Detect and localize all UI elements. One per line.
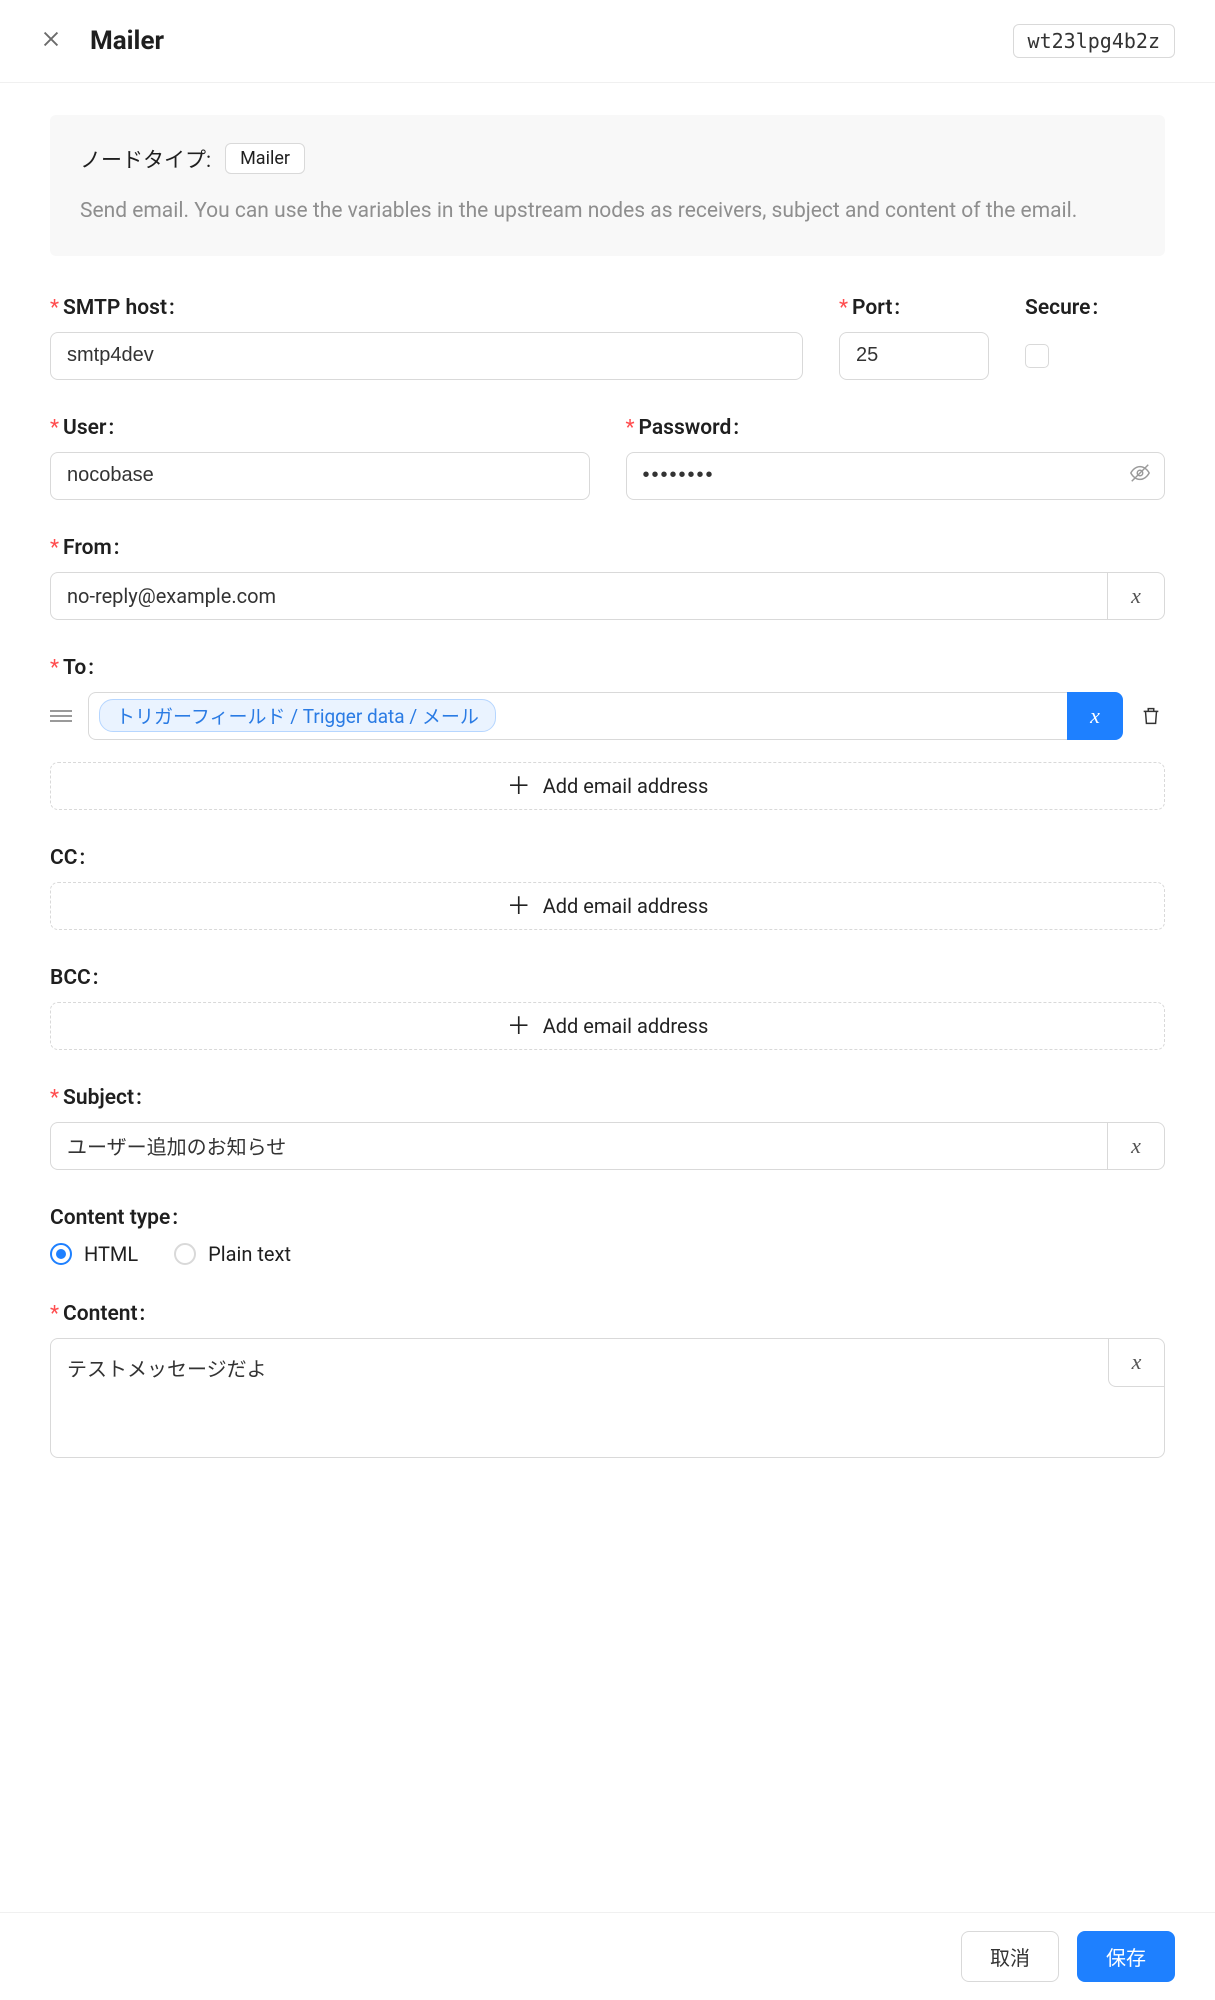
radio-plaintext-label: Plain text [208,1242,291,1266]
drawer-panel: Mailer wt23lpg4b2z ノードタイプ: Mailer Send e… [0,0,1215,2000]
smtp-host-input[interactable] [50,332,803,380]
content-value: テストメッセージだよ [67,1357,267,1381]
radio-icon [174,1243,196,1265]
radio-icon [50,1243,72,1265]
to-add-label: Add email address [543,774,709,798]
plus-icon: ＋ [507,894,531,918]
radio-html-label: HTML [84,1242,138,1266]
bcc-add-button[interactable]: ＋ Add email address [50,1002,1165,1050]
cancel-button[interactable]: 取消 [961,1931,1059,1982]
bcc-add-label: Add email address [543,1014,709,1038]
to-label: *To [50,656,1165,680]
secure-checkbox[interactable] [1025,344,1049,368]
subject-variable-button[interactable]: x [1107,1122,1165,1170]
drawer-header: Mailer wt23lpg4b2z [0,0,1215,83]
node-id-badge[interactable]: wt23lpg4b2z [1013,24,1175,58]
cc-add-label: Add email address [543,894,709,918]
content-textarea[interactable]: テストメッセージだよ x [50,1338,1165,1458]
cc-label: CC [50,846,1165,870]
drag-handle-icon[interactable] [50,710,74,722]
plus-icon: ＋ [507,774,531,798]
drawer-title: Mailer [90,26,985,56]
to-input[interactable]: トリガーフィールド / Trigger data / メール [88,692,1067,740]
from-input[interactable]: no-reply@example.com [50,572,1107,620]
cc-add-button[interactable]: ＋ Add email address [50,882,1165,930]
radio-plaintext[interactable]: Plain text [174,1242,291,1266]
secure-label: Secure [1025,296,1165,320]
drawer-footer: 取消 保存 [0,1912,1215,2000]
smtp-host-label: *SMTP host [50,296,803,320]
content-type-label: Content type [50,1206,1165,1230]
info-box: ノードタイプ: Mailer Send email. You can use t… [50,115,1165,256]
to-variable-chip[interactable]: トリガーフィールド / Trigger data / メール [99,699,496,732]
eye-off-icon[interactable] [1129,462,1151,490]
port-label: *Port [839,296,989,320]
to-variable-button[interactable]: x [1067,692,1123,740]
subject-label: *Subject [50,1086,1165,1110]
user-label: *User [50,416,590,440]
content-variable-button[interactable]: x [1108,1339,1164,1387]
save-button[interactable]: 保存 [1077,1931,1175,1982]
from-label: *From [50,536,1165,560]
password-input[interactable] [626,452,1166,500]
to-add-button[interactable]: ＋ Add email address [50,762,1165,810]
close-icon[interactable] [40,27,62,55]
subject-input[interactable]: ユーザー追加のお知らせ [50,1122,1107,1170]
port-input[interactable] [839,332,989,380]
node-type-label: ノードタイプ: [80,144,211,174]
bcc-label: BCC [50,966,1165,990]
radio-html[interactable]: HTML [50,1242,138,1266]
user-input[interactable] [50,452,590,500]
info-description: Send email. You can use the variables in… [80,196,1135,228]
node-type-badge: Mailer [225,143,305,174]
from-variable-button[interactable]: x [1107,572,1165,620]
password-label: *Password [626,416,1166,440]
form-content: ノードタイプ: Mailer Send email. You can use t… [0,83,1215,2000]
plus-icon: ＋ [507,1014,531,1038]
content-label: *Content [50,1302,1165,1326]
trash-icon[interactable] [1137,705,1165,727]
